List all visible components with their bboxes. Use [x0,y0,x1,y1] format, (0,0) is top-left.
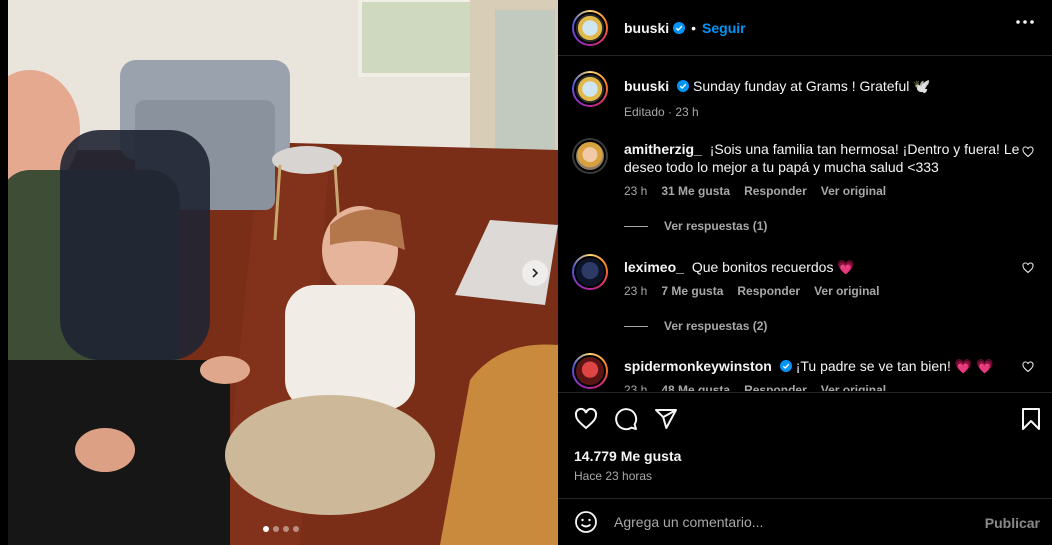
follow-button[interactable]: Seguir [702,20,746,36]
heart-icon[interactable] [1022,361,1034,373]
carousel-dot [283,526,289,532]
reply-button[interactable]: Responder [744,381,807,391]
verified-icon [673,21,686,34]
save-icon[interactable] [1020,407,1042,431]
comment-username[interactable]: spidermonkeywinston [624,358,772,374]
see-original-button[interactable]: Ver original [814,282,879,300]
avatar[interactable] [572,9,608,46]
avatar[interactable] [572,71,608,107]
post-actions: 14.779 Me gusta Hace 23 horas [558,392,1052,492]
chevron-right-icon [532,268,539,278]
comment-time[interactable]: 23 h [624,282,647,300]
comment-item: leximeo_ Que bonitos recuerdos 💗 23 h 7 … [572,254,1042,300]
see-original-button[interactable]: Ver original [821,381,886,391]
view-replies-label: Ver respuestas (1) [664,219,768,233]
comment-emoji: 💗 💗 [954,358,994,374]
post-photo[interactable] [0,0,558,545]
emoji-icon[interactable] [574,510,598,534]
more-icon[interactable] [1016,20,1034,24]
avatar[interactable] [572,138,608,174]
caption-text: Sunday funday at Grams ! Grateful [693,78,910,94]
view-replies-button[interactable]: Ver respuestas (2) [624,319,767,333]
post-username[interactable]: buuski [624,20,669,36]
comment-likes[interactable]: 7 Me gusta [661,282,723,300]
carousel-dot [293,526,299,532]
carousel-next-button[interactable] [522,260,548,286]
post-time: Hace 23 horas [574,469,653,483]
comment-time[interactable]: 23 h [624,182,647,200]
see-original-button[interactable]: Ver original [821,182,886,200]
reply-button[interactable]: Responder [744,182,807,200]
carousel-dots [263,526,299,532]
comment-item: amitherzig_ ¡Sois una familia tan hermos… [572,138,1042,200]
avatar[interactable] [572,254,608,290]
heart-icon[interactable] [574,407,598,431]
verified-icon [779,360,792,372]
separator: • [691,19,697,36]
caption-meta: Editado · 23 h [624,105,699,119]
heart-icon[interactable] [1022,262,1034,274]
comment-text: ¡Tu padre se ve tan bien! [795,358,951,374]
photo-scene [0,0,558,545]
comment-icon[interactable] [614,407,638,431]
carousel-dot [263,526,269,532]
comment-username[interactable]: leximeo_ [624,259,684,275]
comment-text: Que bonitos recuerdos [691,259,834,275]
likes-count[interactable]: 14.779 Me gusta [574,448,681,464]
photo-edge [0,0,8,545]
caption-username[interactable]: buuski [624,78,669,94]
reply-button[interactable]: Responder [737,282,800,300]
comment-username[interactable]: amitherzig_ [624,141,702,157]
avatar[interactable] [572,353,608,389]
view-replies-label: Ver respuestas (2) [664,319,768,333]
post-header: buuski • Seguir [558,0,1052,56]
comment-item: spidermonkeywinston ¡Tu padre se ve tan … [572,353,1042,391]
caption-emoji: 🕊️ [913,78,931,94]
publish-button[interactable]: Publicar [985,515,1040,531]
comment-input[interactable] [614,514,974,530]
comment-likes[interactable]: 48 Me gusta [661,381,730,391]
add-comment-bar: Publicar [558,498,1052,545]
comment-likes[interactable]: 31 Me gusta [661,182,730,200]
share-icon[interactable] [654,407,678,431]
comments-list[interactable]: buuski Sunday funday at Grams ! Grateful… [558,57,1052,391]
view-replies-button[interactable]: Ver respuestas (1) [624,219,767,233]
carousel-dot [273,526,279,532]
comment-emoji: 💗 [837,259,855,275]
heart-icon[interactable] [1022,146,1034,158]
post-caption: buuski Sunday funday at Grams ! Grateful… [572,71,1042,121]
comment-time[interactable]: 23 h [624,381,647,391]
verified-icon [677,80,690,92]
post-panel: buuski • Seguir buuski Sunday funday at … [558,0,1052,545]
